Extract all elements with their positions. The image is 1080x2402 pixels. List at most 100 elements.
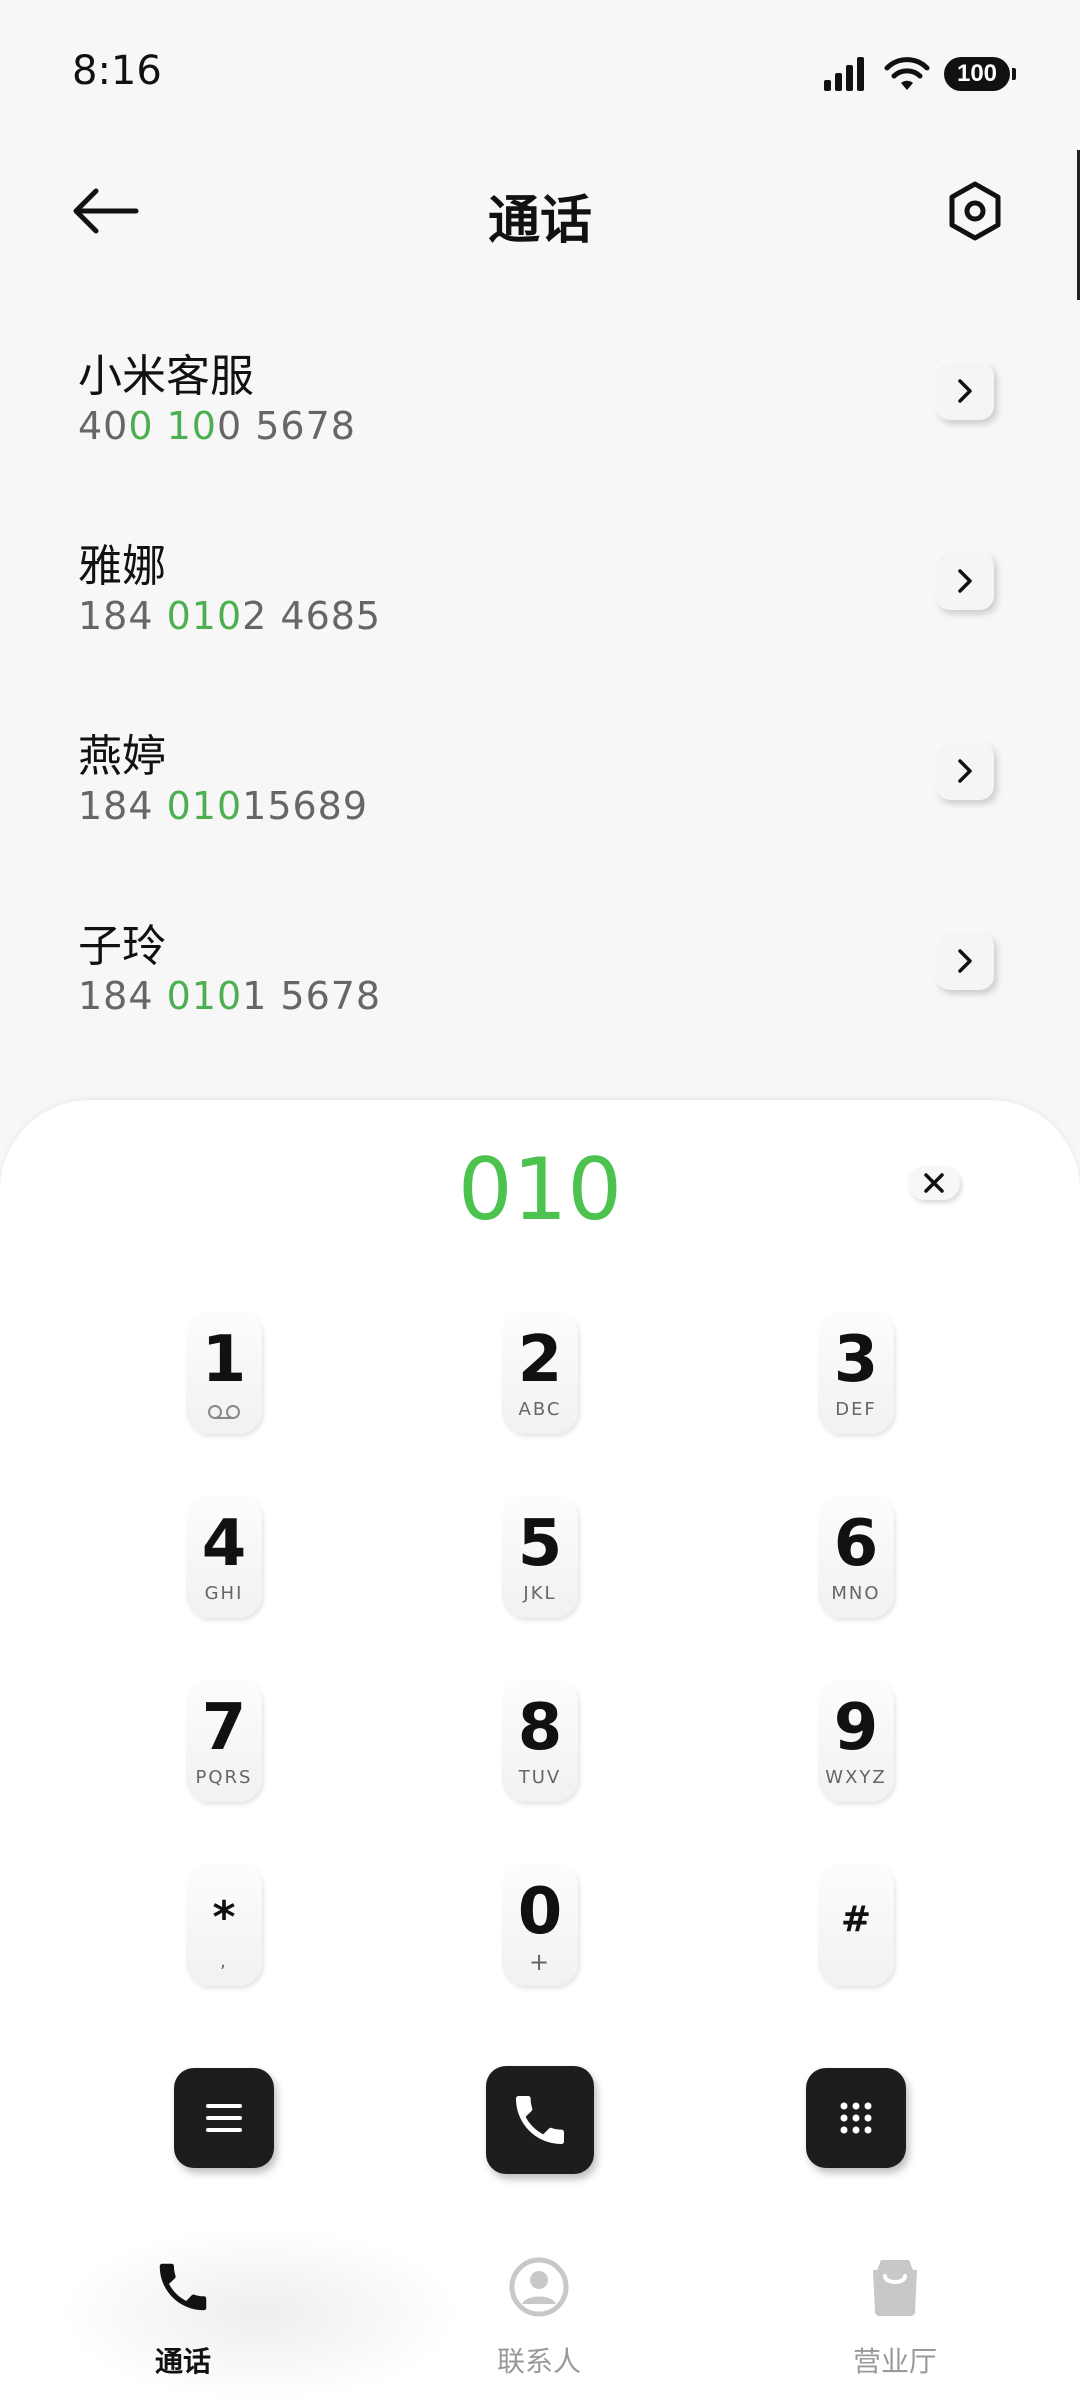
nav-icon-wrap	[770, 2256, 1020, 2326]
number-match: 010	[166, 974, 243, 1018]
key-digit: 7	[201, 1691, 247, 1765]
chevron-right-icon	[958, 569, 972, 593]
contact-detail-button[interactable]	[936, 362, 994, 420]
key-letters: PQRS	[195, 1767, 253, 1788]
chevron-right-icon	[958, 379, 972, 403]
close-icon	[924, 1173, 944, 1193]
menu-icon	[206, 2104, 242, 2132]
contact-number: 184 01015689	[78, 784, 368, 828]
dial-key-star[interactable]: * ,	[186, 1862, 262, 1986]
key-digit: 5	[517, 1507, 563, 1581]
key-letters: +	[528, 1948, 552, 1976]
battery-icon: 100	[944, 57, 1016, 91]
number-match: 010	[166, 594, 243, 638]
key-letters: JKL	[523, 1583, 557, 1604]
key-digit: 8	[517, 1691, 563, 1765]
dial-key-5[interactable]: 5 JKL	[502, 1494, 578, 1618]
delete-button[interactable]	[908, 1166, 960, 1200]
contact-person-icon	[509, 2257, 569, 2317]
key-digit: 0	[517, 1875, 563, 1949]
contact-row[interactable]: 雅娜 184 0102 4685	[0, 500, 1080, 690]
key-letters: TUV	[518, 1767, 562, 1788]
nav-label: 联系人	[496, 2345, 581, 2378]
header: 通话	[0, 150, 1080, 270]
phone-icon	[516, 2096, 564, 2144]
dial-key-6[interactable]: 6 MNO	[818, 1494, 894, 1618]
page-title: 通话	[487, 191, 592, 251]
dialer-panel: 010 1 2 ABC 3 DEF 4 GHI 5 JKL 6 MNO 7 PQ…	[0, 1100, 1080, 2402]
nav-tab-contacts[interactable]: 联系人	[414, 2226, 664, 2402]
nav-icon-wrap	[414, 2256, 664, 2326]
settings-button[interactable]	[940, 176, 1010, 246]
contact-row[interactable]: 子玲 184 0101 5678	[0, 880, 1080, 1070]
dial-key-0[interactable]: 0 +	[502, 1862, 578, 1986]
key-letters: ,	[220, 1951, 228, 1972]
contact-row[interactable]: 小米客服 400 100 5678	[0, 310, 1080, 500]
key-digit: #	[840, 1899, 872, 1940]
wifi-icon	[884, 57, 930, 90]
key-digit: 6	[833, 1507, 879, 1581]
keypad-grid-icon	[840, 2102, 872, 2134]
status-time: 8:16	[72, 48, 162, 94]
contact-name: 雅娜	[78, 541, 166, 592]
contact-name: 小米客服	[78, 351, 254, 402]
signal-icon	[824, 57, 864, 91]
nav-tab-calls[interactable]: 通话	[58, 2226, 308, 2402]
contact-name: 子玲	[78, 921, 166, 972]
contact-number: 184 0102 4685	[78, 594, 381, 638]
key-digit: 2	[517, 1323, 563, 1397]
contact-number: 400 100 5678	[78, 404, 356, 448]
hexagon-settings-icon	[949, 181, 1001, 241]
dial-key-hash[interactable]: #	[818, 1862, 894, 1986]
contact-detail-button[interactable]	[936, 552, 994, 610]
number-part: 15689	[242, 784, 369, 828]
contact-detail-button[interactable]	[936, 932, 994, 990]
number-part: 0 5678	[216, 404, 356, 448]
number-part: 184	[78, 594, 167, 638]
number-match: 0 10	[128, 404, 217, 448]
nav-icon-wrap	[58, 2256, 308, 2326]
contact-number: 184 0101 5678	[78, 974, 381, 1018]
key-digit: 4	[201, 1507, 247, 1581]
key-digit: 1	[201, 1323, 247, 1397]
nav-label: 营业厅	[852, 2345, 937, 2378]
key-letters: WXYZ	[825, 1767, 887, 1788]
keypad-button[interactable]	[806, 2068, 906, 2168]
shopping-bag-icon	[873, 2260, 917, 2316]
number-part: 40	[78, 404, 129, 448]
number-part: 184	[78, 784, 167, 828]
key-digit: 3	[833, 1323, 879, 1397]
call-page: 8:16 100 通话 小米客服 400 100 5678 雅娜 184 010…	[0, 0, 1080, 2402]
nav-label: 通话	[154, 2345, 211, 2378]
key-letters: DEF	[835, 1399, 877, 1420]
voicemail-icon	[208, 1405, 240, 1419]
dial-key-3[interactable]: 3 DEF	[818, 1310, 894, 1434]
dial-key-4[interactable]: 4 GHI	[186, 1494, 262, 1618]
key-digit: 9	[833, 1691, 879, 1765]
chevron-right-icon	[958, 759, 972, 783]
dial-key-8[interactable]: 8 TUV	[502, 1678, 578, 1802]
key-letters: GHI	[204, 1583, 244, 1604]
menu-button[interactable]	[174, 2068, 274, 2168]
key-letters: ABC	[518, 1399, 562, 1420]
number-match: 010	[166, 784, 243, 828]
contact-row[interactable]: 燕婷 184 01015689	[0, 690, 1080, 880]
number-part: 2 4685	[242, 594, 382, 638]
key-letters: MNO	[831, 1583, 881, 1604]
key-digit: *	[212, 1892, 236, 1943]
call-button[interactable]	[486, 2066, 594, 2174]
contact-detail-button[interactable]	[936, 742, 994, 800]
status-icons: 100	[822, 52, 1016, 96]
dial-key-1[interactable]: 1	[186, 1310, 262, 1434]
dial-key-7[interactable]: 7 PQRS	[186, 1678, 262, 1802]
nav-tab-store[interactable]: 营业厅	[770, 2226, 1020, 2402]
number-part: 184	[78, 974, 167, 1018]
contact-name: 燕婷	[78, 731, 166, 782]
phone-icon	[159, 2263, 207, 2311]
dial-key-9[interactable]: 9 WXYZ	[818, 1678, 894, 1802]
chevron-right-icon	[958, 949, 972, 973]
bottom-navigation: 通话 联系人 营业厅	[0, 2226, 1080, 2402]
contact-suggestion-list: 小米客服 400 100 5678 雅娜 184 0102 4685 燕婷 18…	[0, 310, 1080, 1070]
dial-key-2[interactable]: 2 ABC	[502, 1310, 578, 1434]
number-part: 1 5678	[242, 974, 382, 1018]
